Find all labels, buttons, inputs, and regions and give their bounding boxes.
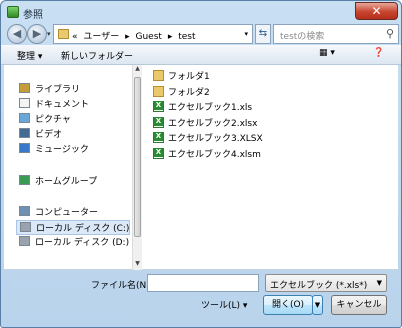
open-button[interactable]: 開く(O) <box>263 295 313 315</box>
sidebar-item-label: ローカル ディスク (D:) <box>35 238 130 248</box>
excel-file-icon <box>153 101 164 112</box>
scroll-up-icon[interactable]: ▲ <box>133 65 142 75</box>
forward-arrow-icon: ▶ <box>32 27 42 40</box>
recent-pages-dropdown[interactable]: ▾ <box>47 30 51 38</box>
open-dialog-window: 参照 ✕ ◀ ▶ ▾ « ユーザー ▸ Guest ▸ test ▾ ⇆ tes… <box>0 0 402 328</box>
sidebar-item[interactable]: コンピューター <box>19 205 98 220</box>
back-button[interactable]: ◀ <box>7 24 27 44</box>
sidebar-item[interactable]: ローカル ディスク (D:) <box>19 235 129 250</box>
sidebar-item-label: ライブラリ <box>35 85 81 95</box>
sidebar-item-label: ホームグループ <box>35 177 98 187</box>
picture-icon <box>19 113 30 123</box>
window-title: 参照 <box>23 10 43 21</box>
back-arrow-icon: ◀ <box>12 27 22 40</box>
breadcrumb-separator[interactable]: ▸ <box>125 32 130 42</box>
sidebar-item-label: ミュージック <box>35 145 89 155</box>
file-name: フォルダ1 <box>168 72 210 82</box>
title-bar: 参照 ✕ <box>1 1 401 23</box>
list-item[interactable]: エクセルブック4.xlsm <box>153 147 261 162</box>
video-icon <box>19 128 30 138</box>
scroll-down-icon[interactable]: ▼ <box>133 260 142 270</box>
sidebar-item[interactable]: ローカル ディスク (C:) <box>16 220 130 235</box>
breadcrumb-test[interactable]: test <box>178 32 195 42</box>
address-dropdown-icon[interactable]: ▾ <box>244 30 248 38</box>
cancel-button[interactable]: キャンセル <box>331 295 387 315</box>
file-name: エクセルブック3.XLSX <box>168 134 263 144</box>
drive-d-icon <box>19 236 30 246</box>
list-item[interactable]: フォルダ2 <box>153 85 210 100</box>
file-name: エクセルブック2.xlsx <box>168 118 258 129</box>
organize-menu[interactable]: 整理 ▾ <box>17 49 42 62</box>
excel-file-icon <box>153 147 164 159</box>
forward-button[interactable]: ▶ <box>27 24 47 44</box>
close-button[interactable]: ✕ <box>355 2 398 20</box>
filename-label: ファイル名(N): <box>91 281 153 291</box>
excel-app-icon <box>7 6 19 18</box>
file-name: エクセルブック1.xls <box>168 103 253 113</box>
sidebar-item[interactable]: ライブラリ <box>19 82 80 97</box>
navigation-pane: ライブラリドキュメント ピクチャビデオミュージック ホームグループ コンピューターロー… <box>4 65 132 270</box>
refresh-icon: ⇆ <box>258 28 268 39</box>
view-options-button[interactable]: ▦ ▾ <box>319 48 335 58</box>
sidebar-item-label: ローカル ディスク (C:) <box>36 224 130 234</box>
command-bar: 整理 ▾ 新しいフォルダー ▦ ▾ ❓ <box>1 45 401 65</box>
refresh-button[interactable]: ⇆ <box>255 24 271 44</box>
list-item[interactable]: エクセルブック3.XLSX <box>153 131 263 146</box>
tools-menu[interactable]: ツール(L) ▾ <box>201 298 247 311</box>
excel-file-icon <box>153 132 164 143</box>
breadcrumb-overflow[interactable]: « <box>72 32 78 42</box>
breadcrumb-users[interactable]: ユーザー <box>83 32 119 42</box>
sidebar-item-label: ビデオ <box>35 130 63 140</box>
scroll-thumb[interactable] <box>134 77 141 237</box>
sidebar-item[interactable]: ピクチャ <box>19 112 71 127</box>
sidebar-item-label: コンピューター <box>35 208 99 218</box>
search-icon[interactable]: ⚲ <box>386 27 394 40</box>
list-item[interactable]: エクセルブック2.xlsx <box>153 116 257 131</box>
computer-icon <box>19 206 30 216</box>
music-icon <box>19 143 30 153</box>
navigation-bar: ◀ ▶ ▾ « ユーザー ▸ Guest ▸ test ▾ ⇆ testの検索 … <box>5 23 399 45</box>
file-type-value: エクセルブック (*.xls*) <box>270 281 368 291</box>
sidebar-item[interactable]: ミュージック <box>19 142 89 157</box>
breadcrumb-separator[interactable]: ▸ <box>168 32 173 42</box>
document-icon <box>19 98 30 108</box>
browser-pane: ライブラリドキュメント ピクチャビデオミュージック ホームグループ コンピューターロー… <box>4 65 398 270</box>
sidebar-item-label: ドキュメント <box>35 100 90 110</box>
list-item[interactable]: エクセルブック1.xls <box>153 100 252 115</box>
library-icon <box>19 83 30 93</box>
file-type-select[interactable]: エクセルブック (*.xls*) ▼ <box>265 274 387 292</box>
folder-icon <box>58 29 69 39</box>
dialog-footer: ファイル名(N): エクセルブック (*.xls*) ▼ ツール(L) ▾ 開く… <box>1 271 401 327</box>
new-folder-button[interactable]: 新しいフォルダー <box>61 49 133 62</box>
list-item[interactable]: フォルダ1 <box>153 69 210 84</box>
sidebar-item[interactable]: ホームグループ <box>19 174 97 189</box>
filename-field[interactable] <box>147 274 259 292</box>
file-name: フォルダ2 <box>168 87 210 98</box>
navigation-scrollbar[interactable]: ▲ ▼ <box>132 65 142 270</box>
breadcrumb-guest[interactable]: Guest <box>136 32 162 42</box>
folder-icon <box>153 70 164 81</box>
search-input[interactable]: testの検索 <box>280 29 324 42</box>
folder-icon <box>153 85 164 97</box>
file-name: エクセルブック4.xlsm <box>168 149 261 160</box>
sidebar-item[interactable]: ビデオ <box>19 127 62 142</box>
excel-file-icon <box>153 116 164 128</box>
breadcrumb: « ユーザー ▸ Guest ▸ test <box>72 29 199 42</box>
search-box[interactable]: testの検索 ⚲ <box>273 24 399 44</box>
chevron-down-icon: ▼ <box>376 279 382 287</box>
homegroup-icon <box>19 175 30 185</box>
drive-c-icon <box>20 222 31 232</box>
help-icon[interactable]: ❓ <box>373 48 384 58</box>
sidebar-item-label: ピクチャ <box>35 115 71 125</box>
address-bar[interactable]: « ユーザー ▸ Guest ▸ test ▾ <box>53 24 253 44</box>
open-options-button[interactable]: ▼ <box>312 295 323 315</box>
sidebar-item[interactable]: ドキュメント <box>19 97 89 112</box>
file-list: フォルダ1 フォルダ2 エクセルブック1.xls エクセルブック2.xlsx エクセルブ… <box>149 65 394 270</box>
